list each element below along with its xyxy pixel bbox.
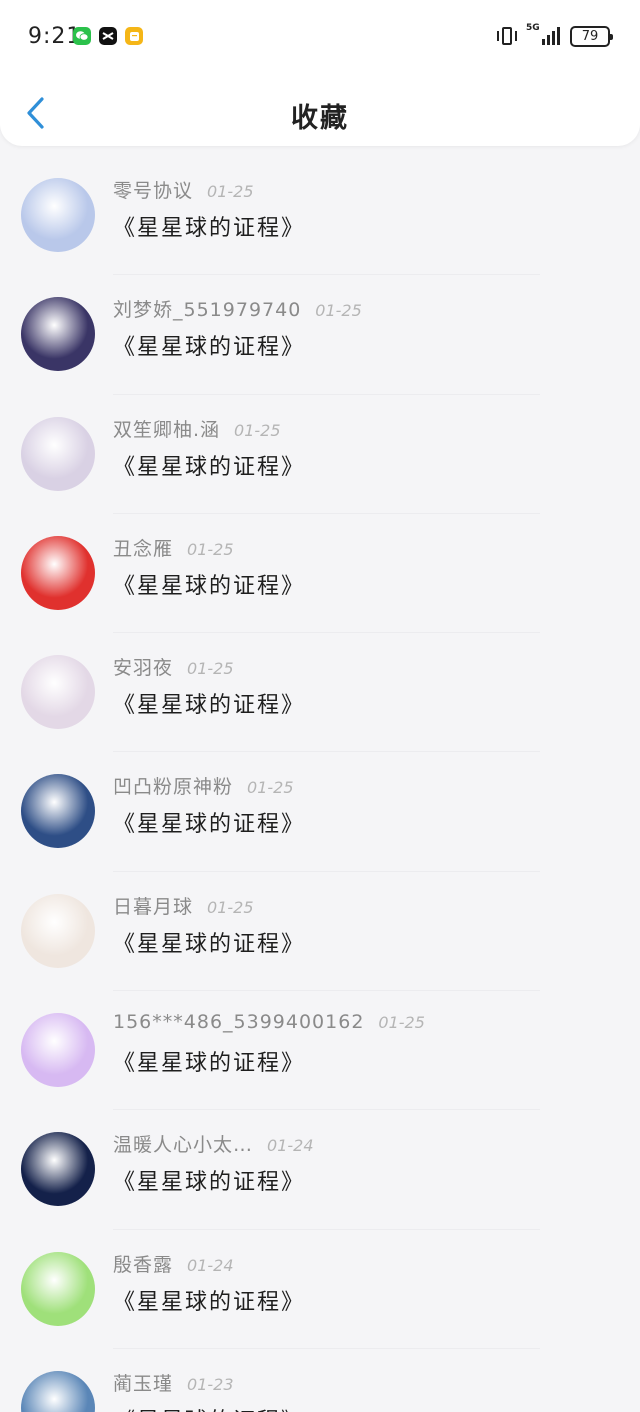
favorites-list: 零号协议 01-25 《星星球的证程》 刘梦娇_551979740 01-25 《星星球的… — [0, 156, 640, 1412]
favorite-title[interactable]: 《星星球的证程》 — [113, 1164, 305, 1196]
item-meta: 156***486_5399400162 01-25 — [113, 1011, 425, 1033]
favorite-title[interactable]: 《星星球的证程》 — [113, 449, 305, 481]
favorite-title[interactable]: 《星星球的证程》 — [113, 210, 305, 242]
avatar[interactable] — [21, 416, 95, 491]
favorite-title[interactable]: 《星星球的证程》 — [113, 1284, 305, 1316]
favorite-title[interactable]: 《星星球的证程》 — [113, 568, 305, 600]
status-indicators: 5G 79 — [496, 23, 613, 48]
favorite-title[interactable]: 《星星球的证程》 — [113, 1403, 305, 1412]
favorite-title[interactable]: 《星星球的证程》 — [113, 926, 305, 958]
item-meta: 安羽夜 01-25 — [113, 653, 234, 680]
item-date: 01-25 — [187, 539, 234, 559]
item-meta: 温暖人心小太… 01-24 — [113, 1130, 314, 1157]
item-date: 01-24 — [187, 1255, 234, 1275]
item-meta: 日暮月球 01-25 — [113, 892, 254, 919]
user-name[interactable]: 安羽夜 — [113, 653, 173, 680]
item-date: 01-25 — [187, 659, 234, 679]
favorite-item[interactable]: 蔺玉瑾 01-23 《星星球的证程》 — [0, 1349, 640, 1412]
notes-icon — [125, 27, 143, 45]
item-meta: 蔺玉瑾 01-23 — [113, 1369, 234, 1396]
favorite-item[interactable]: 凹凸粉原神粉 01-25 《星星球的证程》 — [0, 752, 640, 872]
item-meta: 凹凸粉原神粉 01-25 — [113, 772, 294, 799]
status-bar: 9:21 5G 79 — [0, 0, 640, 72]
favorite-item[interactable]: 零号协议 01-25 《星星球的证程》 — [0, 156, 640, 276]
user-name[interactable]: 刘梦娇_551979740 — [113, 295, 301, 322]
favorite-item[interactable]: 殷香露 01-24 《星星球的证程》 — [0, 1230, 640, 1349]
avatar[interactable] — [21, 297, 95, 372]
favorite-item[interactable]: 日暮月球 01-25 《星星球的证程》 — [0, 872, 640, 992]
favorite-item[interactable]: 温暖人心小太… 01-24 《星星球的证程》 — [0, 1110, 640, 1230]
favorite-title[interactable]: 《星星球的证程》 — [113, 329, 305, 361]
user-name[interactable]: 日暮月球 — [113, 892, 193, 919]
favorite-title[interactable]: 《星星球的证程》 — [113, 806, 305, 838]
item-meta: 零号协议 01-25 — [113, 176, 254, 203]
avatar[interactable] — [21, 535, 95, 610]
user-name[interactable]: 凹凸粉原神粉 — [113, 772, 233, 799]
avatar[interactable] — [21, 1370, 95, 1412]
item-meta: 丑念雁 01-25 — [113, 534, 234, 561]
avatar[interactable] — [21, 1251, 95, 1326]
item-meta: 刘梦娇_551979740 01-25 — [113, 295, 362, 322]
user-name[interactable]: 双笙卿柚.涵 — [113, 415, 220, 442]
item-date: 01-25 — [378, 1013, 425, 1033]
user-name[interactable]: 殷香露 — [113, 1250, 173, 1277]
item-date: 01-25 — [207, 897, 254, 917]
user-name[interactable]: 温暖人心小太… — [113, 1130, 253, 1157]
favorite-item[interactable]: 刘梦娇_551979740 01-25 《星星球的证程》 — [0, 275, 640, 395]
user-name[interactable]: 丑念雁 — [113, 534, 173, 561]
avatar[interactable] — [21, 655, 95, 730]
capcut-icon — [99, 27, 117, 45]
battery-level: 79 — [581, 28, 599, 44]
item-date: 01-25 — [207, 182, 254, 201]
favorite-item[interactable]: 156***486_5399400162 01-25 《星星球的证程》 — [0, 991, 640, 1111]
item-date: 01-25 — [247, 778, 294, 798]
favorite-item[interactable]: 安羽夜 01-25 《星星球的证程》 — [0, 633, 640, 753]
user-name[interactable]: 156***486_5399400162 — [113, 1011, 364, 1033]
top-header: 9:21 5G 79 收藏 — [0, 0, 640, 146]
item-date: 01-23 — [187, 1374, 234, 1394]
avatar[interactable] — [21, 178, 95, 252]
item-date: 01-25 — [234, 420, 281, 440]
battery-icon: 79 — [570, 25, 613, 47]
favorite-title[interactable]: 《星星球的证程》 — [113, 687, 305, 719]
item-date: 01-24 — [267, 1136, 314, 1156]
vibrate-icon — [496, 26, 518, 46]
favorite-item[interactable]: 双笙卿柚.涵 01-25 《星星球的证程》 — [0, 395, 640, 514]
item-date: 01-25 — [315, 301, 362, 321]
user-name[interactable]: 零号协议 — [113, 176, 193, 203]
user-name[interactable]: 蔺玉瑾 — [113, 1369, 173, 1396]
signal-icon: 5G — [526, 23, 562, 47]
avatar[interactable] — [21, 1132, 95, 1207]
favorite-item[interactable]: 丑念雁 01-25 《星星球的证程》 — [0, 514, 640, 634]
item-meta: 殷香露 01-24 — [113, 1250, 234, 1277]
item-meta: 双笙卿柚.涵 01-25 — [113, 415, 281, 442]
avatar[interactable] — [21, 893, 95, 968]
page-title: 收藏 — [291, 103, 349, 134]
wechat-icon — [73, 27, 91, 45]
avatar[interactable] — [21, 774, 95, 849]
avatar[interactable] — [21, 1013, 95, 1088]
favorite-title[interactable]: 《星星球的证程》 — [113, 1045, 305, 1077]
